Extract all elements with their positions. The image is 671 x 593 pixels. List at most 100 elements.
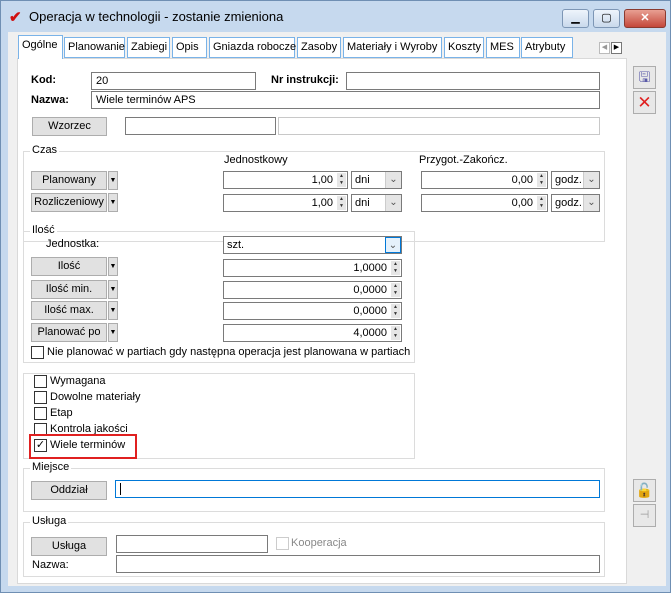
tab-zasoby[interactable]: Zasoby [297,37,341,58]
ilosc-max-dropdown-icon[interactable]: ▼ [108,301,118,320]
wymagana-checkbox[interactable] [34,375,47,388]
value: 0,00 [511,174,533,186]
rozliczeniowy-przygot-input[interactable]: 0,00 ▲ ▼ [421,194,548,212]
value: godz. [555,197,582,209]
tab-planowanie[interactable]: Planowanie [64,37,125,58]
planowany-przygot-input[interactable]: 0,00 ▲ ▼ [421,171,548,189]
kod-input[interactable]: 20 [91,72,256,90]
nazwa-label: Nazwa: [31,94,69,106]
dowolne-materialy-label: Dowolne materiały [50,391,141,403]
value: dni [355,197,370,209]
miejsce-group-label: Miejsce [30,461,72,473]
tab-scroll-right-icon[interactable]: ▶ [611,42,622,54]
jednostka-select[interactable]: szt. ⌄ [223,236,402,254]
wzorzec-name-input [278,117,600,135]
usluga-button[interactable]: Usługa [31,537,107,556]
chevron-down-icon: ⌄ [583,172,599,188]
value: 0,0000 [353,305,387,317]
minimize-button[interactable]: ▁ [562,9,589,28]
spinner-icon[interactable]: ▲ ▼ [537,196,546,210]
ilosc-max-button[interactable]: Ilość max. [31,301,107,320]
tab-scroll-left-icon[interactable]: ◀ [599,42,610,54]
chevron-down-icon: ⌄ [385,195,401,211]
ilosc-min-input[interactable]: 0,0000 ▲ ▼ [223,281,402,299]
etap-checkbox[interactable] [34,407,47,420]
rozliczeniowy-przygot-unit-select[interactable]: godz. ⌄ [551,194,600,212]
tab-mes[interactable]: MES [486,37,520,58]
ilosc-group-label: Ilość [30,224,57,236]
rozliczeniowy-button[interactable]: Rozliczeniowy [31,193,107,212]
usluga-nazwa-input[interactable] [116,555,600,573]
value: 4,0000 [353,327,387,339]
ilosc-min-dropdown-icon[interactable]: ▼ [108,280,118,299]
wzorzec-button[interactable]: Wzorzec [32,117,107,136]
delete-icon[interactable]: ✕ [633,91,656,114]
ilosc-min-button[interactable]: Ilość min. [31,280,107,299]
planowac-po-button[interactable]: Planować po [31,323,107,342]
rozliczeniowy-dropdown-icon[interactable]: ▼ [108,193,118,212]
text-cursor [120,483,121,496]
spinner-icon[interactable]: ▲ ▼ [391,326,400,340]
save-icon[interactable]: 🖫 [633,66,656,89]
planowany-przygot-unit-select[interactable]: godz. ⌄ [551,171,600,189]
app-check-icon: ✔ [9,9,22,26]
tab-atrybuty[interactable]: Atrybuty [521,37,573,58]
jednostka-label: Jednostka: [46,238,100,250]
kooperacja-checkbox [276,537,289,550]
pin-icon[interactable]: ⊣ [633,504,656,527]
planowac-po-input[interactable]: 4,0000 ▲ ▼ [223,324,402,342]
wiele-terminow-label: Wiele terminów [50,439,126,451]
wymagana-label: Wymagana [50,375,106,387]
chevron-down-icon: ⌄ [385,237,401,253]
planowany-jednostkowy-unit-select[interactable]: dni ⌄ [351,171,402,189]
etap-label: Etap [50,407,73,419]
value: 0,00 [511,197,533,209]
rozliczeniowy-jednostkowy-input[interactable]: 1,00 ▲ ▼ [223,194,348,212]
jednostkowy-header: Jednostkowy [224,154,288,166]
unlock-icon[interactable]: 🔓 [633,479,656,502]
oddzial-button[interactable]: Oddział [31,481,107,500]
spinner-icon[interactable]: ▲ ▼ [337,173,346,187]
tab-materialy-i-wyroby[interactable]: Materiały i Wyroby [343,37,442,58]
tab-gniazda-robocze[interactable]: Gniazda robocze [209,37,296,58]
value: 1,0000 [353,262,387,274]
ilosc-dropdown-icon[interactable]: ▼ [108,257,118,276]
ilosc-input[interactable]: 1,0000 ▲ ▼ [223,259,402,277]
close-button[interactable]: ✕ [624,9,666,28]
spinner-icon[interactable]: ▲ ▼ [391,261,400,275]
ilosc-button[interactable]: Ilość [31,257,107,276]
value: szt. [227,239,245,251]
kooperacja-label: Kooperacja [291,537,347,549]
value: 0,0000 [353,284,387,296]
ilosc-max-input[interactable]: 0,0000 ▲ ▼ [223,302,402,320]
nie-planowac-checkbox[interactable] [31,346,44,359]
value: 1,00 [311,174,333,186]
nazwa-input[interactable]: Wiele terminów APS [91,91,600,109]
przygot-header: Przygot.-Zakończ. [419,154,508,166]
tab-opis[interactable]: Opis [172,37,207,58]
value: godz. [555,174,582,186]
tab-ogolne[interactable]: Ogólne [18,35,63,59]
spinner-icon[interactable]: ▲ ▼ [391,283,400,297]
rozliczeniowy-jednostkowy-unit-select[interactable]: dni ⌄ [351,194,402,212]
planowany-jednostkowy-input[interactable]: 1,00 ▲ ▼ [223,171,348,189]
wiele-terminow-checkbox[interactable]: ✓ [34,439,47,452]
dowolne-materialy-checkbox[interactable] [34,391,47,404]
planowany-button[interactable]: Planowany [31,171,107,190]
nr-instrukcji-input[interactable] [346,72,600,90]
planowac-po-dropdown-icon[interactable]: ▼ [108,323,118,342]
chevron-down-icon: ⌄ [583,195,599,211]
czas-group-label: Czas [30,144,60,156]
spinner-icon[interactable]: ▲ ▼ [337,196,346,210]
planowany-dropdown-icon[interactable]: ▼ [108,171,118,190]
maximize-button[interactable]: ▢ [593,9,620,28]
wzorzec-code-input[interactable] [125,117,276,135]
spinner-icon[interactable]: ▲ ▼ [537,173,546,187]
oddzial-input[interactable] [115,480,600,498]
spinner-icon[interactable]: ▲ ▼ [391,304,400,318]
window-title: Operacja w technologii - zostanie zmieni… [29,9,284,24]
nr-instrukcji-label: Nr instrukcji: [271,74,339,86]
tab-zabiegi[interactable]: Zabiegi [127,37,170,58]
usluga-code-input[interactable] [116,535,268,553]
tab-koszty[interactable]: Koszty [444,37,484,58]
